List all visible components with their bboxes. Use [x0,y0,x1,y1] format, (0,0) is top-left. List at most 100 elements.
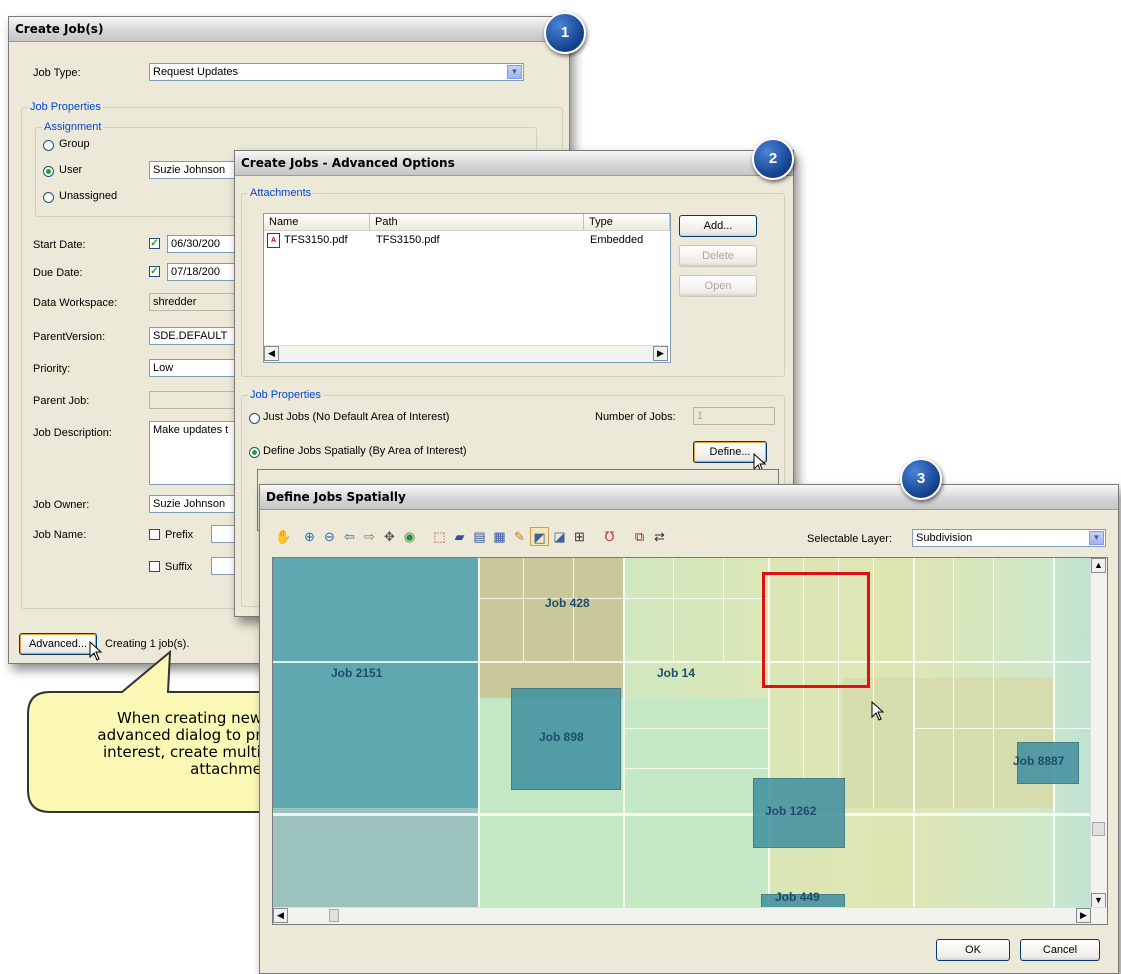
parent-job-label: Parent Job: [33,395,90,407]
scroll-up-icon[interactable]: ▲ [1091,558,1106,573]
job-properties-title: Job Properties [248,389,323,401]
status-text: Creating 1 job(s). [105,638,190,650]
map-region [478,558,623,698]
horizontal-scrollbar[interactable]: ◀ ▶ [273,907,1107,924]
job-owner-field[interactable]: Suzie Johnson [149,495,239,513]
job-type-label: Job Type: [33,67,81,79]
user-radio[interactable] [43,166,54,177]
user-field[interactable]: Suzie Johnson [149,161,239,179]
refresh-icon[interactable]: ⇄ [650,527,669,546]
select-by-polygon-icon[interactable]: ▰ [450,527,469,546]
ok-button[interactable]: OK [936,939,1010,961]
map-road [673,558,674,661]
unassigned-radio[interactable] [43,192,54,203]
delete-button: Delete [679,245,757,267]
attachment-type: Embedded [590,234,644,246]
map-road [873,558,874,808]
map-road [1053,558,1055,924]
start-date-checkbox[interactable]: ✓ [149,238,160,249]
identify-icon[interactable]: ▦ [490,527,509,546]
data-workspace-field: shredder [149,293,239,311]
cancel-button[interactable]: Cancel [1020,939,1100,961]
grid-icon[interactable]: ⊞ [570,527,589,546]
column-header-type[interactable]: Type [584,214,670,231]
map-road [623,768,768,769]
define-jobs-dialog: Define Jobs Spatially ✋ ⊕ ⊖ ⇦ ⇨ ✥ ◉ ⬚ ▰ … [259,484,1119,974]
table-row[interactable]: A TFS3150.pdf TFS3150.pdf Embedded [264,233,668,249]
number-of-jobs-label: Number of Jobs: [595,411,676,423]
job-description-field[interactable]: Make updates t [149,421,239,485]
due-date-checkbox[interactable]: ✓ [149,266,160,277]
priority-field[interactable]: Low [149,359,239,377]
create-jobs-titlebar[interactable]: Create Job(s) [9,17,569,42]
vertical-scrollbar[interactable]: ▲ ▼ [1090,558,1107,908]
parent-version-field[interactable]: SDE.DEFAULT [149,327,239,345]
zoom-out-icon[interactable]: ⊖ [320,527,339,546]
prefix-checkbox[interactable] [149,529,160,540]
map-road [623,558,625,924]
full-extent-icon[interactable]: ◉ [400,527,419,546]
select-by-line-icon[interactable]: ▤ [470,527,489,546]
edit-shape-icon[interactable]: ◩ [530,527,549,546]
scroll-right-icon[interactable]: ▶ [653,346,668,361]
merge-icon[interactable]: ⧉ [630,527,649,546]
pan-hand-icon[interactable]: ✋ [274,527,293,546]
attachments-list[interactable]: Name Path Type A TFS3150.pdf TFS3150.pdf… [263,213,671,363]
map-road [523,558,524,661]
dropdown-arrow-icon[interactable]: ▼ [1089,531,1104,545]
scroll-left-icon[interactable]: ◀ [273,908,288,923]
step-1-badge: 1 [544,12,586,54]
zoom-in-icon[interactable]: ⊕ [300,527,319,546]
back-arrow-icon[interactable]: ⇦ [340,527,359,546]
selected-area[interactable] [762,572,870,688]
just-jobs-radio[interactable] [249,413,260,424]
job-description-label: Job Description: [33,427,112,439]
clear-selection-icon[interactable]: ✎ [510,527,529,546]
group-radio[interactable] [43,140,54,151]
sketch-icon[interactable]: ◪ [550,527,569,546]
magnet-icon[interactable]: ℧ [600,527,619,546]
define-spatially-radio[interactable] [249,447,260,458]
horizontal-scrollbar[interactable]: ◀ ▶ [264,345,668,362]
due-date-label: Due Date: [33,267,83,279]
just-jobs-label: Just Jobs (No Default Area of Interest) [263,411,450,423]
map-road [273,661,1107,663]
priority-label: Priority: [33,363,71,375]
scroll-thumb[interactable] [329,909,339,922]
attachment-name: TFS3150.pdf [284,234,348,246]
map-road [993,558,994,808]
unassigned-label: Unassigned [59,190,118,202]
pan-icon[interactable]: ✥ [380,527,399,546]
scroll-left-icon[interactable]: ◀ [264,346,279,361]
select-features-icon[interactable]: ⬚ [430,527,449,546]
due-date-field[interactable]: 07/18/200 [167,263,239,281]
forward-arrow-icon[interactable]: ⇨ [360,527,379,546]
dialog-title: Define Jobs Spatially [266,490,406,504]
job-type-select[interactable]: Request Updates ▼ [149,63,524,81]
add-button[interactable]: Add... [679,215,757,237]
step-3-badge: 3 [900,458,942,500]
start-date-field[interactable]: 06/30/200 [167,235,239,253]
map-road [913,728,1107,729]
selectable-layer-label: Selectable Layer: [807,533,892,545]
scroll-right-icon[interactable]: ▶ [1076,908,1091,923]
column-header-name[interactable]: Name [264,214,370,231]
number-of-jobs-field: 1 [693,407,775,425]
map-road [723,558,724,661]
define-jobs-titlebar[interactable]: Define Jobs Spatially [260,485,1118,510]
column-header-path[interactable]: Path [370,214,584,231]
dropdown-arrow-icon[interactable]: ▼ [507,65,522,79]
dialog-title: Create Jobs - Advanced Options [241,156,455,170]
advanced-options-titlebar[interactable]: Create Jobs - Advanced Options [235,151,793,176]
job-label: Job 14 [657,666,696,680]
scroll-down-icon[interactable]: ▼ [1091,893,1106,908]
data-workspace-label: Data Workspace: [33,297,118,309]
map-road [913,558,915,924]
attachment-path: TFS3150.pdf [376,234,440,246]
job-label: Job 2151 [331,666,383,680]
suffix-checkbox[interactable] [149,561,160,572]
scroll-thumb[interactable] [1092,822,1105,836]
map-view[interactable]: Job 428 Job 2151 Job 14 Job 898 Job 8887… [272,557,1108,925]
map-toolbar: ✋ ⊕ ⊖ ⇦ ⇨ ✥ ◉ ⬚ ▰ ▤ ▦ ✎ ◩ ◪ ⊞ ℧ ⧉ ⇄ [274,527,764,547]
selectable-layer-select[interactable]: Subdivision ▼ [912,529,1106,547]
